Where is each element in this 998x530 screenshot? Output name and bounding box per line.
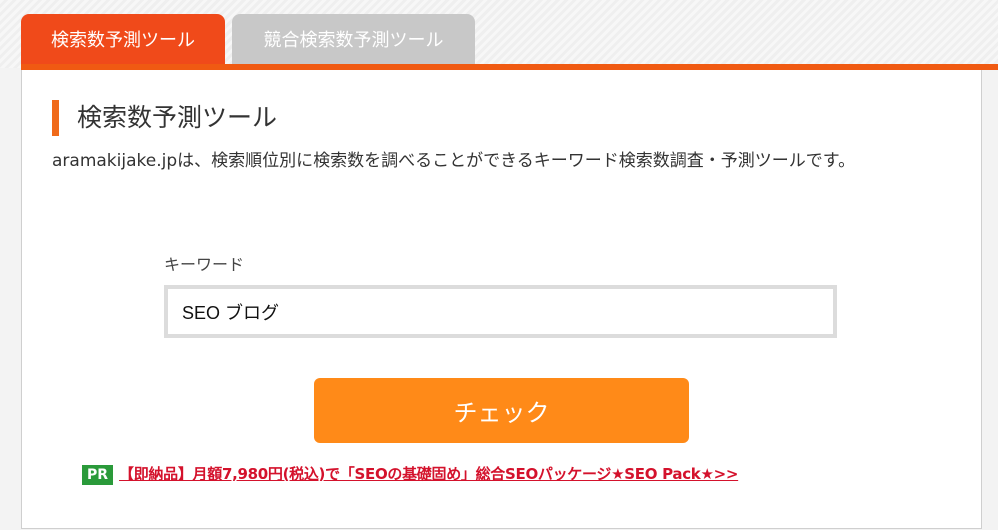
- tab-competitor-search-volume-tool[interactable]: 競合検索数予測ツール: [232, 14, 475, 64]
- check-button[interactable]: チェック: [314, 378, 689, 443]
- tool-panel: 検索数予測ツール aramakijake.jpは、検索順位別に検索数を調べること…: [21, 70, 982, 529]
- tool-description: aramakijake.jpは、検索順位別に検索数を調べることができるキーワード…: [52, 151, 856, 171]
- promo-line: PR 【即納品】月額7,980円(税込)で「SEOの基礎固め」総合SEOパッケージ…: [82, 463, 738, 485]
- page-title: 検索数予測ツール: [52, 100, 277, 136]
- pr-badge: PR: [82, 464, 114, 485]
- promo-link[interactable]: 【即納品】月額7,980円(税込)で「SEOの基礎固め」総合SEOパッケージ★S…: [119, 465, 738, 483]
- keyword-input[interactable]: [164, 285, 837, 338]
- keyword-label: キーワード: [164, 255, 245, 274]
- tab-search-volume-tool[interactable]: 検索数予測ツール: [21, 14, 225, 64]
